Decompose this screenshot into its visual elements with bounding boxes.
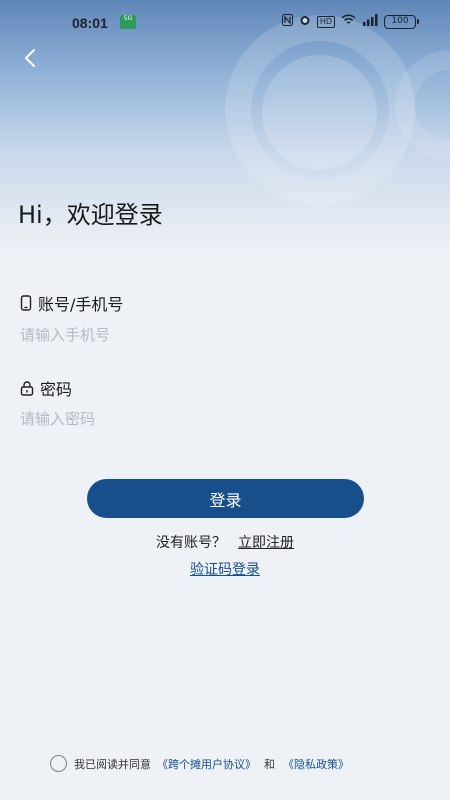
account-label-text: 账号/手机号 bbox=[38, 295, 124, 314]
alarm-icon bbox=[299, 14, 311, 29]
register-link[interactable]: 立即注册 bbox=[238, 535, 294, 551]
signal-icon bbox=[362, 14, 378, 29]
agree-checkbox[interactable] bbox=[50, 755, 67, 772]
battery-icon: 100 bbox=[384, 14, 419, 29]
hd-icon: HD bbox=[316, 15, 335, 28]
chevron-left-icon bbox=[25, 49, 35, 67]
user-agreement-link[interactable]: 《跨个摊用户协议》 bbox=[157, 756, 256, 772]
lock-icon bbox=[20, 381, 34, 396]
back-button[interactable] bbox=[18, 46, 42, 70]
privacy-policy-link[interactable]: 《隐私政策》 bbox=[283, 756, 349, 772]
phone-input[interactable] bbox=[20, 320, 430, 350]
agreement-and: 和 bbox=[264, 757, 275, 771]
wifi-icon bbox=[341, 14, 356, 29]
agreement-row: 我已阅读并同意 《跨个摊用户协议》 和 《隐私政策》 bbox=[50, 755, 355, 772]
status-bar: 08:01 5G HD 100 bbox=[0, 0, 450, 46]
login-button[interactable]: 登录 bbox=[87, 479, 364, 518]
status-icons: HD 100 bbox=[281, 14, 419, 29]
account-label: 账号/手机号 bbox=[20, 291, 123, 315]
password-label: 密码 bbox=[20, 376, 72, 400]
sms-login-link[interactable]: 验证码登录 bbox=[0, 559, 450, 579]
network-badge: 5G bbox=[120, 15, 136, 29]
status-time: 08:01 bbox=[72, 15, 108, 31]
agreement-prefix: 我已阅读并同意 bbox=[74, 757, 151, 771]
password-label-text: 密码 bbox=[40, 380, 73, 399]
page-title: Hi，欢迎登录 bbox=[18, 201, 163, 229]
nfc-icon bbox=[281, 14, 293, 29]
register-row: 没有账号？ 立即注册 bbox=[0, 532, 450, 552]
wrench-decoration bbox=[262, 55, 377, 170]
phone-icon bbox=[20, 295, 32, 311]
no-account-text: 没有账号？ bbox=[156, 535, 226, 551]
password-input[interactable] bbox=[20, 404, 430, 434]
